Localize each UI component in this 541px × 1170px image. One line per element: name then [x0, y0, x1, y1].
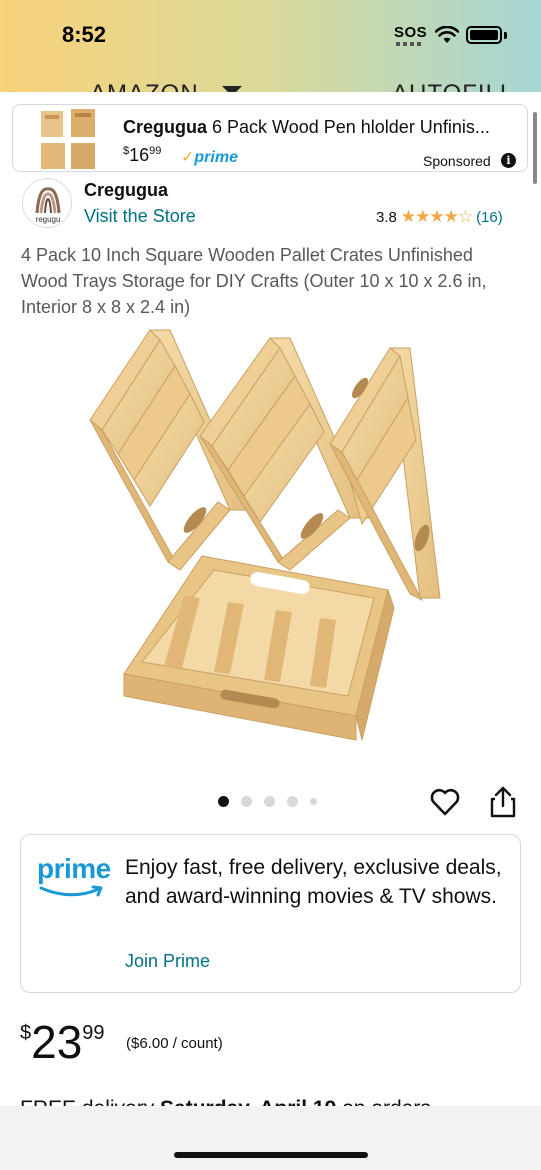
- star-icon: ★★★★☆: [400, 207, 473, 226]
- share-icon[interactable]: [490, 786, 516, 818]
- ad-price-fraction: 99: [149, 145, 162, 157]
- prime-check-icon: ✓: [181, 149, 195, 166]
- battery-nub: [504, 32, 507, 39]
- prime-promo-card[interactable]: prime Enjoy fast, free delivery, exclusi…: [20, 834, 521, 993]
- ad-price: $1699: [123, 145, 161, 166]
- status-bar: 8:52 SOS ‹ AMAZON AUTOFILL: [0, 0, 541, 92]
- prime-promo-text: Enjoy fast, free delivery, exclusive dea…: [125, 856, 502, 908]
- prime-logo: prime: [37, 853, 117, 904]
- prime-badge: ✓prime: [181, 147, 238, 167]
- prime-smile-icon: [39, 885, 103, 897]
- info-icon[interactable]: i: [501, 153, 516, 168]
- rating-row[interactable]: 3.8 ★★★★☆ (16): [376, 207, 503, 227]
- prime-logo-text: prime: [37, 853, 111, 884]
- price-symbol: $: [20, 1022, 32, 1044]
- product-title: 4 Pack 10 Inch Square Wooden Pallet Crat…: [21, 245, 487, 317]
- price-fraction: 99: [82, 1022, 105, 1044]
- product-price: $ 23 99: [20, 1018, 105, 1066]
- brand-name: Cregugua: [84, 180, 169, 200]
- battery-icon: [466, 26, 502, 44]
- sponsored-ad-banner[interactable]: Cregugua 6 Pack Wood Pen hlolder Unfinis…: [12, 104, 528, 172]
- ad-brand: Cregugua: [123, 117, 208, 137]
- sos-indicator: SOS: [394, 24, 428, 41]
- carousel-dot[interactable]: [264, 796, 275, 807]
- visit-store-link[interactable]: Visit the Store: [84, 206, 196, 227]
- carousel-dot[interactable]: [287, 796, 298, 807]
- heart-icon[interactable]: [430, 788, 460, 816]
- back-chevron-icon[interactable]: ‹: [4, 80, 13, 92]
- ad-title[interactable]: Cregugua 6 Pack Wood Pen hlolder Unfinis…: [123, 117, 515, 138]
- chevron-down-icon[interactable]: [222, 86, 242, 92]
- price-per-unit: ($6.00 / count): [126, 1035, 223, 1052]
- sponsored-label[interactable]: Sponsored: [423, 153, 491, 169]
- status-time: 8:52: [62, 22, 107, 47]
- rating-count[interactable]: (16): [476, 209, 503, 226]
- product-image[interactable]: [80, 320, 470, 750]
- price-whole: 23: [31, 1016, 83, 1068]
- join-prime-link[interactable]: Join Prime: [125, 951, 210, 972]
- home-indicator[interactable]: [174, 1152, 368, 1158]
- wifi-icon: [435, 26, 459, 43]
- ad-title-text: 6 Pack Wood Pen hlolder Unfinis...: [207, 117, 490, 137]
- scrollbar[interactable]: [533, 112, 537, 184]
- ad-product-thumbnail[interactable]: [37, 107, 101, 171]
- carousel-dots[interactable]: [218, 796, 329, 807]
- carousel-dot[interactable]: [218, 796, 229, 807]
- ad-price-whole: 16: [129, 145, 150, 165]
- nav-bar: ‹ AMAZON AUTOFILL: [0, 76, 541, 92]
- signal-dots: [396, 42, 422, 46]
- nav-autofill-button[interactable]: AUTOFILL: [392, 80, 514, 92]
- carousel-dot[interactable]: [241, 796, 252, 807]
- bottom-bar: [0, 1106, 541, 1170]
- brand-logo-text: regugu: [35, 215, 61, 224]
- rating-value: 3.8: [376, 208, 397, 226]
- prime-label: prime: [194, 149, 238, 166]
- carousel-dot[interactable]: [310, 798, 317, 805]
- brand-logo[interactable]: regugu: [22, 178, 72, 228]
- nav-title[interactable]: AMAZON: [90, 80, 199, 92]
